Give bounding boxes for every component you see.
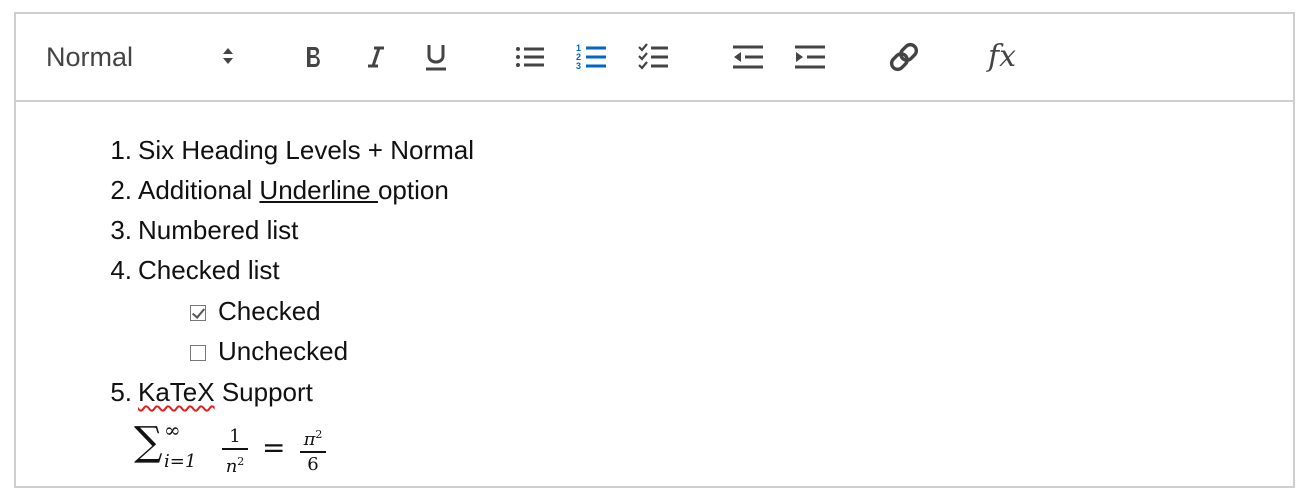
fraction-one-over-n-squared: 1 n2 — [222, 428, 248, 476]
italic-icon — [364, 43, 388, 71]
list-number: 3. — [110, 215, 132, 245]
formula-icon-label: fx — [987, 39, 1017, 74]
editor-content[interactable]: 1. Six Heading Levels + Normal 2. Addition… — [16, 102, 1293, 486]
list-item: 5. KaTeX Support — [100, 372, 313, 412]
underline-icon — [423, 42, 449, 72]
checked-checkbox[interactable] — [190, 305, 206, 321]
fraction-numerator: π2 — [303, 428, 323, 450]
underlined-text: Underline — [259, 175, 378, 205]
ordered-list-icon: 1 2 3 — [576, 42, 608, 72]
fraction-denominator: 6 — [307, 453, 319, 475]
summation-upper-bound: ∞ — [164, 418, 181, 442]
fraction-numerator: 1 — [229, 426, 241, 447]
header-format-select[interactable]: Normal — [46, 14, 246, 100]
list-number: 1. — [110, 135, 132, 165]
rich-text-editor: Normal 1 2 3 fx 1. Six Heading Levels + … — [14, 12, 1295, 488]
spellcheck-flagged-word: KaTeX — [138, 377, 215, 407]
list-item-text: Numbered list — [138, 215, 299, 245]
summation-symbol: ∑ — [134, 419, 163, 465]
summation-lower-bound: i=1 — [164, 451, 197, 472]
checklist-item-text: Checked — [218, 296, 321, 326]
select-caret-icon — [221, 44, 235, 73]
formula-icon: fx — [988, 42, 1016, 72]
checklist-item-text: Unchecked — [218, 336, 349, 366]
bold-button[interactable] — [296, 14, 332, 100]
indent-icon — [793, 43, 827, 71]
bullet-list-icon — [514, 43, 546, 71]
outdent-button[interactable] — [730, 14, 766, 100]
outdent-icon — [731, 43, 765, 71]
equals-sign: = — [262, 431, 286, 464]
list-item-text-post: option — [377, 175, 449, 205]
checklist-item: Unchecked — [190, 331, 348, 371]
editor-toolbar: Normal 1 2 3 fx — [16, 14, 1293, 102]
underline-button[interactable] — [418, 14, 454, 100]
unchecked-checkbox[interactable] — [190, 345, 206, 361]
list-item-text-pre: Additional — [138, 175, 260, 205]
italic-button[interactable] — [358, 14, 394, 100]
list-item-text-post: Support — [214, 377, 313, 407]
checklist-item: Checked — [190, 291, 321, 331]
list-item: 1. Six Heading Levels + Normal — [100, 130, 474, 170]
link-icon — [888, 41, 920, 73]
list-number: 2. — [110, 175, 132, 205]
list-item: 3. Numbered list — [100, 210, 298, 250]
list-item-text: Checked list — [138, 255, 280, 285]
indent-button[interactable] — [792, 14, 828, 100]
check-list-button[interactable] — [636, 14, 672, 100]
bullet-list-button[interactable] — [512, 14, 548, 100]
fraction-denominator: n2 — [225, 454, 245, 477]
link-button[interactable] — [886, 14, 922, 100]
ordered-list-button[interactable]: 1 2 3 — [574, 14, 610, 100]
formula-button[interactable]: fx — [978, 14, 1026, 100]
list-item-text: Six Heading Levels + Normal — [138, 135, 474, 165]
list-number: 5. — [110, 377, 132, 407]
header-select-value: Normal — [46, 41, 134, 72]
fraction-pi-squared-over-six: π2 6 — [300, 426, 326, 474]
check-list-icon — [638, 42, 670, 72]
list-number: 4. — [110, 255, 132, 285]
bold-icon — [302, 43, 326, 71]
list-item: 2. Additional Underline option — [100, 170, 449, 210]
list-item: 4. Checked list — [100, 250, 280, 290]
svg-text:3: 3 — [576, 61, 581, 71]
